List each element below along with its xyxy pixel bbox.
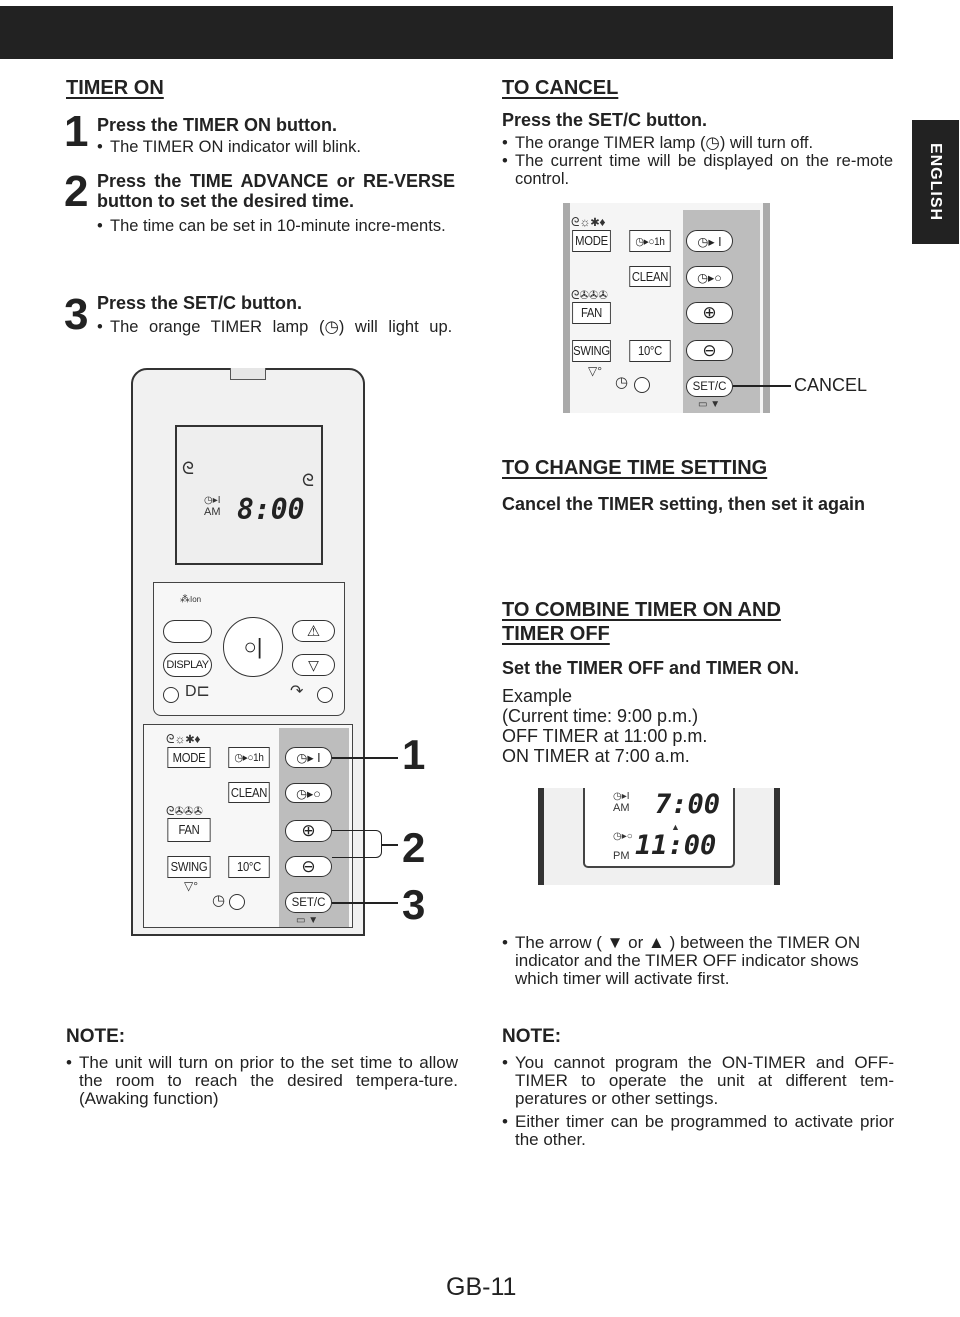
- temp-up-button[interactable]: ⚠: [292, 620, 335, 642]
- off-time: 11:00: [635, 830, 717, 861]
- clock-button[interactable]: [229, 894, 245, 910]
- swing-icon: ▽°: [588, 364, 603, 378]
- to-change-heading: TO CHANGE TIME SETTING: [502, 457, 768, 479]
- setc-button[interactable]: SET/C: [686, 376, 733, 397]
- 10c-button[interactable]: 10°C: [629, 340, 671, 362]
- swirl-icon: ᘓ: [182, 459, 194, 478]
- remote-emitter: [230, 368, 266, 380]
- swirl-icon: ᘓ: [302, 471, 314, 490]
- timer-1h-button[interactable]: ◷▸○1h: [629, 230, 671, 252]
- timer-lamp-icon: ◷: [324, 318, 339, 336]
- cancel-callout: CANCEL: [794, 375, 868, 395]
- time-advance-button[interactable]: ⊕: [686, 302, 733, 324]
- step-number: 3: [64, 290, 89, 339]
- display-button[interactable]: DISPLAY: [163, 653, 212, 677]
- note-right: NOTE: You cannot program the ON-TIMER an…: [502, 1027, 894, 1149]
- temp-down-button[interactable]: ▽: [292, 654, 335, 676]
- page-number: GB-11: [446, 1273, 517, 1301]
- time-reverse-button[interactable]: ⊖: [686, 340, 733, 361]
- lcd-time: 8:00: [237, 493, 305, 526]
- callout-line: [733, 385, 791, 387]
- callout-line: [332, 757, 398, 759]
- to-combine-subheading: Set the TIMER OFF and TIMER ON.: [502, 658, 799, 678]
- swing-button[interactable]: SWING: [572, 340, 611, 362]
- to-cancel-heading: TO CANCEL: [502, 77, 619, 99]
- swing-button[interactable]: SWING: [167, 856, 211, 878]
- clean-button[interactable]: CLEAN: [629, 266, 671, 287]
- step-number: 1: [64, 107, 89, 156]
- header-bar: [0, 6, 893, 59]
- step-3: Press the SET/C button. The orange TIMER…: [97, 293, 455, 336]
- remote-lcd: ᘓ ᘓ ◷▸I AM 8:00: [175, 425, 323, 565]
- time-reverse-button[interactable]: ⊖: [285, 856, 332, 877]
- callout-line: [332, 902, 398, 904]
- dry-icon: D⊏: [185, 683, 210, 700]
- clean-button[interactable]: CLEAN: [228, 782, 270, 803]
- callout-bracket: [332, 830, 382, 858]
- time-advance-button[interactable]: ⊕: [285, 820, 332, 842]
- on-time: 7:00: [655, 789, 721, 820]
- fan-button[interactable]: FAN: [167, 818, 211, 842]
- 10c-button[interactable]: 10°C: [228, 856, 270, 878]
- timer-on-button[interactable]: ◷▸ I: [686, 230, 733, 252]
- step-number: 2: [64, 167, 89, 216]
- timer-1h-button[interactable]: ◷▸○1h: [228, 747, 270, 768]
- setc-button[interactable]: SET/C: [285, 892, 332, 913]
- step-2: Press the TIME ADVANCE or RE-VERSE butto…: [97, 171, 455, 235]
- callout-3: 3: [402, 881, 425, 928]
- clock-icon: ◷: [615, 374, 629, 391]
- swing-icon: ▽°: [184, 879, 199, 893]
- note-left: NOTE: The unit will turn on prior to the…: [66, 1027, 458, 1108]
- step-1: Press the TIMER ON button. The TIMER ON …: [97, 115, 455, 156]
- fan-button[interactable]: FAN: [572, 302, 611, 324]
- turbo-icon: ↷: [290, 683, 304, 700]
- timer-on-button[interactable]: ◷▸ I: [285, 747, 332, 768]
- to-combine-heading: TO COMBINE TIMER ON AND TIMER OFF: [502, 599, 781, 645]
- power-button[interactable]: ○|: [223, 617, 283, 677]
- callout-line: [382, 844, 398, 846]
- callout-1: 1: [402, 731, 425, 778]
- dehumidify-button[interactable]: [163, 687, 179, 703]
- timer-off-button[interactable]: ◷▸○: [686, 266, 733, 288]
- timer-off-button[interactable]: ◷▸○: [285, 783, 332, 803]
- clock-button[interactable]: [634, 377, 650, 393]
- fan-icons: ᘓ✇✇✇: [166, 804, 203, 818]
- mode-icons: ᘓ☼✱♦: [166, 732, 201, 746]
- language-tab: ENGLISH: [912, 120, 959, 244]
- arrow-explanation: The arrow ( ▼ or ▲ ) between the TIMER O…: [502, 934, 893, 988]
- to-change-text: Cancel the TIMER setting, then set it ag…: [502, 494, 866, 514]
- to-cancel-body: Press the SET/C button. The orange TIMER…: [502, 110, 893, 188]
- example-text: Example (Current time: 9:00 p.m.) OFF TI…: [502, 686, 708, 766]
- fan-icons: ᘓ✇✇✇: [571, 288, 608, 302]
- timer-on-heading: TIMER ON: [66, 77, 164, 99]
- callout-2: 2: [402, 824, 425, 871]
- mode-button[interactable]: MODE: [167, 747, 211, 768]
- ion-button[interactable]: [163, 620, 212, 643]
- clock-icon: ◷: [212, 892, 226, 909]
- battery-icon: ▭ ▼: [296, 915, 319, 926]
- battery-icon: ▭ ▼: [698, 399, 721, 410]
- ion-icon: ⁂Ion: [180, 594, 202, 605]
- mode-button[interactable]: MODE: [572, 230, 611, 252]
- mode-icons: ᘓ☼✱♦: [571, 215, 606, 229]
- lcd-screen: ◷▸I AM 7:00 ▲ ◷▸○ PM 11:00: [583, 788, 735, 868]
- turbo-button[interactable]: [317, 687, 333, 703]
